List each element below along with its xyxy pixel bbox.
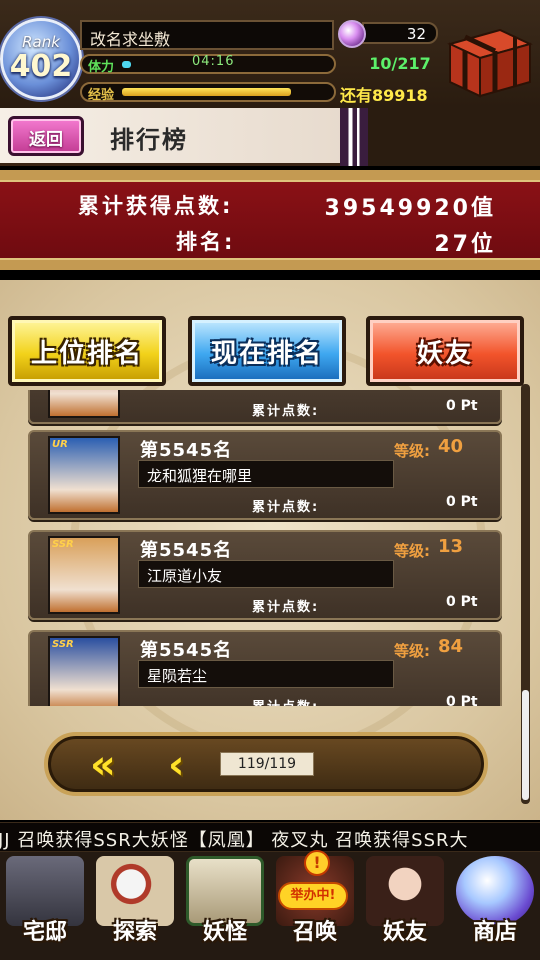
stamina-count: 10/217: [369, 54, 431, 73]
stats-inner: 累计获得点数: 39549920值 排名: 27位: [0, 180, 540, 260]
exp-bar: 经验: [80, 82, 336, 103]
entry-level: 40: [438, 436, 464, 457]
entry-level-label: 等级:: [394, 542, 430, 560]
entry-name: 龙和狐狸在哪里: [147, 467, 253, 485]
stamina-bar: 体力 04:16: [80, 54, 336, 75]
nav-item-summon[interactable]: 举办中! ! 召唤: [270, 850, 360, 960]
tab-current-ranking[interactable]: 现在排名: [188, 316, 346, 386]
nav-label: 妖友: [382, 920, 427, 945]
back-button[interactable]: 返回: [8, 116, 84, 156]
chevron-left-icon[interactable]: ‹: [168, 742, 184, 788]
page-indicator: 119/119: [220, 752, 314, 776]
entry-name: 星陨若尘: [147, 667, 208, 685]
tab-top-ranking[interactable]: 上位排名: [8, 316, 166, 386]
exp-remaining: 还有89918: [340, 86, 428, 105]
entry-points-label: 累计点数:: [252, 500, 320, 515]
entry-points-label: 累计点数:: [252, 696, 319, 706]
stamina-timer: 04:16: [192, 54, 235, 69]
entry-points-label: 累计点数:: [252, 404, 320, 419]
player-rank: 402: [9, 49, 73, 84]
nav-label: 商店: [472, 920, 517, 945]
tab-label: 上位排名: [30, 339, 143, 369]
nav-item-mansion[interactable]: 宅邸: [0, 852, 90, 960]
player-name-box[interactable]: 改名求坐敷: [80, 20, 334, 50]
exp-fill: [122, 88, 291, 96]
nav-item-explore[interactable]: 探索: [90, 852, 180, 960]
title-bar: 返回 排行榜: [0, 108, 540, 166]
nav-label: 妖怪: [202, 920, 247, 945]
ranking-entry[interactable]: 累计点数: 0 Pt: [28, 390, 502, 424]
title-bar-ornament: [340, 108, 368, 166]
entry-level: 13: [438, 536, 464, 557]
scroll-thumb[interactable]: [522, 690, 529, 800]
entry-name: 江原道小友: [147, 567, 223, 585]
nav-item-friends[interactable]: 妖友: [360, 852, 450, 960]
ranking-entry[interactable]: SSR 第5545名 等级: 13 江原道小友 累计点数: 0 Pt: [28, 530, 502, 620]
exp-label: 经验: [88, 88, 115, 103]
total-points-label: 累计获得点数:: [78, 194, 234, 218]
tab-label: 现在排名: [210, 339, 323, 369]
orb-counter: 32: [362, 22, 438, 44]
title-bar-right: [368, 108, 540, 166]
entry-points: 0 Pt: [446, 398, 478, 414]
ranking-label: 排名:: [176, 230, 236, 254]
rarity-badge: SSR: [52, 639, 74, 650]
tab-label: 妖友: [416, 339, 473, 369]
entry-name-box: 江原道小友: [138, 560, 394, 588]
nav-item-yokai[interactable]: 妖怪: [180, 852, 270, 960]
nav-label: 宅邸: [22, 920, 67, 945]
event-badge: 举办中!: [278, 882, 348, 910]
nav-item-shop[interactable]: 商店: [450, 852, 540, 960]
back-button-label: 返回: [29, 130, 63, 150]
ranking-value: 27位: [434, 232, 496, 257]
spirit-orb-icon: [338, 20, 366, 48]
entry-rank: 第5545名: [140, 440, 233, 461]
avatar: SSR: [48, 636, 120, 706]
entry-points-label: 累计点数:: [252, 600, 320, 615]
entry-points: 0 Pt: [446, 594, 478, 610]
ranking-list[interactable]: 累计点数: 0 Pt UR 第5545名 等级: 40 龙和狐狸在哪里 累计点数…: [20, 390, 502, 706]
entry-rank: 第5545名: [140, 640, 233, 661]
nav-label: 探索: [112, 920, 157, 945]
rarity-badge: SSR: [52, 539, 74, 550]
entry-name-box: 星陨若尘: [138, 660, 394, 688]
list-scrollbar[interactable]: [521, 384, 530, 804]
rarity-badge: UR: [52, 439, 68, 450]
total-points-value: 39549920值: [324, 196, 496, 221]
ranking-entry[interactable]: SSR 第5545名 等级: 84 星陨若尘 累计点数: 0 Pt: [28, 630, 502, 706]
stamina-label: 体力: [88, 60, 115, 75]
entry-rank: 第5545名: [140, 540, 233, 561]
treasure-chest-icon[interactable]: [440, 22, 534, 102]
rank-badge[interactable]: Rank 402: [0, 18, 82, 100]
double-chevron-left-icon[interactable]: «: [90, 742, 116, 788]
entry-points: 0 Pt: [446, 494, 478, 510]
announcement-ticker: JJ 召唤获得SSR大妖怪【凤凰】 夜叉丸 召唤获得SSR大: [0, 822, 540, 852]
status-header: Rank 402 改名求坐敷 体力 04:16 经验 32 10/217 还有8…: [0, 0, 540, 108]
avatar: SSR: [48, 536, 120, 614]
bottom-nav: 宅邸 探索 妖怪 举办中! ! 召唤 妖友 商店: [0, 850, 540, 960]
nav-label: 召唤: [292, 920, 337, 945]
ranking-entry[interactable]: UR 第5545名 等级: 40 龙和狐狸在哪里 累计点数: 0 Pt: [28, 430, 502, 520]
avatar: UR: [48, 436, 120, 514]
entry-name-box: 龙和狐狸在哪里: [138, 460, 394, 488]
entry-level-label: 等级:: [394, 442, 430, 460]
stats-banner: 累计获得点数: 39549920值 排名: 27位: [0, 170, 540, 270]
ticker-text: JJ 召唤获得SSR大妖怪【凤凰】 夜叉丸 召唤获得SSR大: [0, 830, 469, 851]
stamina-fill: [122, 61, 131, 68]
entry-level: 84: [438, 636, 464, 657]
player-name: 改名求坐敷: [90, 30, 171, 49]
alert-icon: !: [304, 850, 330, 876]
page-title: 排行榜: [110, 126, 188, 154]
entry-level-label: 等级:: [394, 642, 430, 660]
pager: « ‹ 119/119: [44, 732, 488, 796]
tab-friends[interactable]: 妖友: [366, 316, 524, 386]
entry-points: 0 Pt: [446, 694, 478, 706]
avatar: [48, 390, 120, 418]
orb-count: 32: [406, 25, 426, 43]
